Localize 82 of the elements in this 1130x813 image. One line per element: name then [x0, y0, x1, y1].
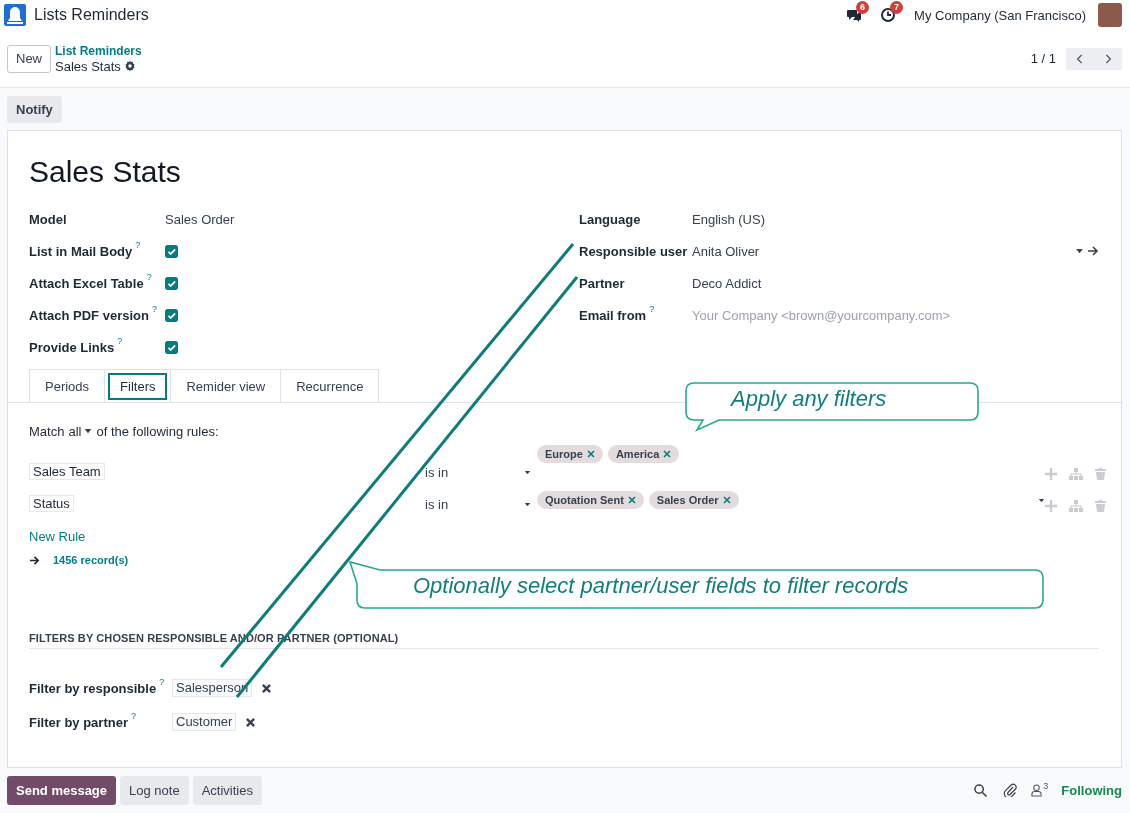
field-value: English (US) [692, 211, 765, 227]
help-mark[interactable]: ? [151, 303, 157, 314]
send-message-button[interactable]: Send message [7, 775, 117, 805]
new-rule-link[interactable]: New Rule [29, 529, 86, 544]
tab[interactable]: Recurrence [280, 369, 380, 402]
match-mode[interactable]: all [68, 423, 82, 439]
follow-button[interactable]: Following [1061, 782, 1122, 798]
caret-down-icon[interactable] [1076, 248, 1083, 254]
notify-button[interactable]: Notify [7, 95, 62, 123]
field-tag[interactable]: Customer [172, 713, 237, 731]
help-mark[interactable]: ? [649, 303, 655, 314]
new-button[interactable]: New [7, 44, 51, 73]
field-value: Deco Addict [692, 275, 762, 291]
help-mark[interactable]: ? [135, 239, 141, 250]
previous-button[interactable] [1066, 47, 1094, 70]
email-field[interactable]: Your Company <brown@yourcompany.com> [692, 307, 1012, 323]
field-value: Sales Order [165, 211, 235, 227]
app-title: Lists Reminders [34, 6, 149, 24]
help-mark[interactable]: ? [159, 676, 165, 687]
caret-down-icon [84, 428, 93, 434]
remove-icon[interactable] [246, 717, 256, 727]
tab[interactable]: Filters [104, 369, 172, 402]
checkbox[interactable] [165, 244, 178, 258]
value-tag-label: Quotation Sent [545, 494, 624, 506]
bell-logo-icon [4, 4, 26, 26]
value-tag-label: Sales Order [656, 494, 719, 506]
caret-down-icon [524, 502, 531, 507]
value-tag-label: Europe [545, 448, 583, 460]
field-label: Attach Excel Table [29, 275, 144, 291]
next-button[interactable] [1094, 47, 1122, 70]
arrow-right-icon[interactable] [1087, 245, 1099, 257]
callout-text: Apply any filters [731, 386, 887, 412]
field-label: Partner [579, 275, 625, 291]
value-tag-label: America [615, 448, 660, 460]
chatter-button[interactable]: Activities [192, 775, 262, 805]
field-label: List in Mail Body [29, 243, 133, 259]
caret-down-icon [524, 470, 531, 475]
gear-icon[interactable] [123, 60, 136, 72]
record-title: Sales Stats [29, 154, 182, 190]
notification-badge: 6 [856, 1, 870, 14]
paperclip-icon[interactable] [1003, 783, 1018, 797]
callout-text: Optionally select partner/user fields to filter records [413, 573, 909, 599]
field-label: Filter by partner [29, 714, 128, 730]
field-label: Email from [579, 307, 647, 323]
field-label: Responsible user [579, 243, 688, 259]
search-icon[interactable] [974, 783, 988, 797]
operator-value[interactable]: is in [425, 497, 449, 512]
field-selector[interactable]: Status [29, 495, 74, 512]
operator-select[interactable]: is in [425, 465, 537, 480]
match-label: of the following rules: [96, 423, 219, 439]
followers-count: 3 [1043, 780, 1049, 791]
field-label: Attach PDF version [29, 307, 149, 323]
operator-select[interactable]: is in [425, 497, 537, 512]
records-link[interactable]: 1456 record(s) [53, 554, 129, 566]
chevron-right-icon [1104, 52, 1112, 65]
arrow-right-icon [29, 554, 40, 566]
checkbox[interactable] [165, 340, 178, 354]
field-selector[interactable]: Sales Team [29, 463, 105, 480]
tab[interactable]: Periods [29, 369, 106, 402]
notification-badge: 7 [890, 1, 904, 14]
field-label: Language [579, 211, 641, 227]
help-mark[interactable]: ? [146, 271, 152, 282]
caret-down-icon[interactable] [1038, 499, 1045, 503]
match-dropdown[interactable]: all [68, 423, 93, 439]
help-mark[interactable]: ? [130, 710, 136, 721]
field-value[interactable]: Anita Oliver [692, 243, 760, 259]
field-label: Filter by responsible [29, 680, 157, 696]
field-label: Provide Links [29, 339, 115, 355]
pager-value: 1 / 1 [1030, 51, 1056, 66]
match-label: Match [29, 423, 65, 439]
breadcrumb-link[interactable]: List Reminders [55, 43, 142, 59]
chevron-left-icon [1076, 52, 1084, 65]
checkbox[interactable] [165, 308, 178, 322]
field-label: Model [29, 211, 67, 227]
user-icon[interactable] [1031, 783, 1043, 797]
checkbox[interactable] [165, 276, 178, 290]
remove-icon[interactable] [262, 683, 272, 693]
company-name[interactable]: My Company (San Francisco) [914, 7, 1086, 23]
chatter-button[interactable]: Log note [120, 775, 189, 805]
help-mark[interactable]: ? [117, 335, 123, 346]
breadcrumb-current: Sales Stats [55, 58, 121, 74]
operator-value[interactable]: is in [425, 465, 449, 480]
